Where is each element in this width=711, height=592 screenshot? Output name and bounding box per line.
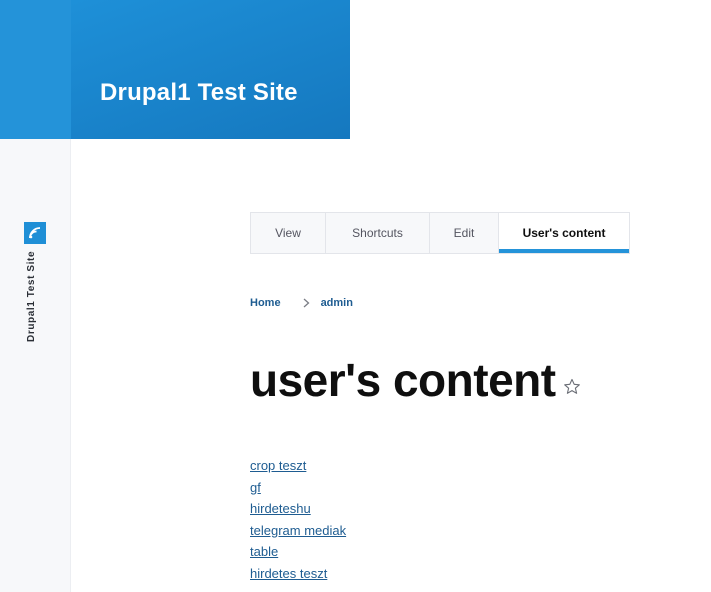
list-item: gf xyxy=(250,478,346,500)
rail-header-block xyxy=(0,0,71,139)
content-link[interactable]: table xyxy=(250,544,278,559)
local-tasks-tabs: View Shortcuts Edit User's content xyxy=(250,212,630,254)
tab-shortcuts[interactable]: Shortcuts xyxy=(326,213,430,253)
tab-view[interactable]: View xyxy=(251,213,326,253)
user-content-list: crop teszt gf hirdeteshu telegram mediak… xyxy=(250,456,346,586)
list-item: telegram mediak xyxy=(250,521,346,543)
breadcrumb: Home admin xyxy=(250,297,353,309)
tab-edit[interactable]: Edit xyxy=(430,213,499,253)
content-link[interactable]: hirdeteshu xyxy=(250,501,311,516)
breadcrumb-home-link[interactable]: Home xyxy=(250,297,281,309)
page-title: user's content xyxy=(250,354,556,406)
list-item: table xyxy=(250,542,346,564)
admin-rail: Drupal1 Test Site xyxy=(0,0,71,592)
content-link[interactable]: crop teszt xyxy=(250,458,306,473)
breadcrumb-admin-link[interactable]: admin xyxy=(321,297,353,309)
content-link[interactable]: telegram mediak xyxy=(250,523,346,538)
content-link[interactable]: hirdetes teszt xyxy=(250,566,327,581)
list-item: hirdetes teszt xyxy=(250,564,346,586)
drupal-logo-icon[interactable] xyxy=(24,222,46,244)
star-outline-icon[interactable] xyxy=(563,378,581,396)
list-item: crop teszt xyxy=(250,456,346,478)
tab-users-content[interactable]: User's content xyxy=(499,213,629,253)
site-header-banner: Drupal1 Test Site xyxy=(71,0,350,139)
list-item: hirdeteshu xyxy=(250,499,346,521)
site-title[interactable]: Drupal1 Test Site xyxy=(100,79,298,107)
page-title-row: user's content xyxy=(250,352,581,408)
content-link[interactable]: gf xyxy=(250,480,261,495)
rail-site-name[interactable]: Drupal1 Test Site xyxy=(26,251,44,342)
page: Drupal1 Test Site Drupal1 Test Site View… xyxy=(0,0,711,592)
chevron-right-icon xyxy=(295,298,319,308)
